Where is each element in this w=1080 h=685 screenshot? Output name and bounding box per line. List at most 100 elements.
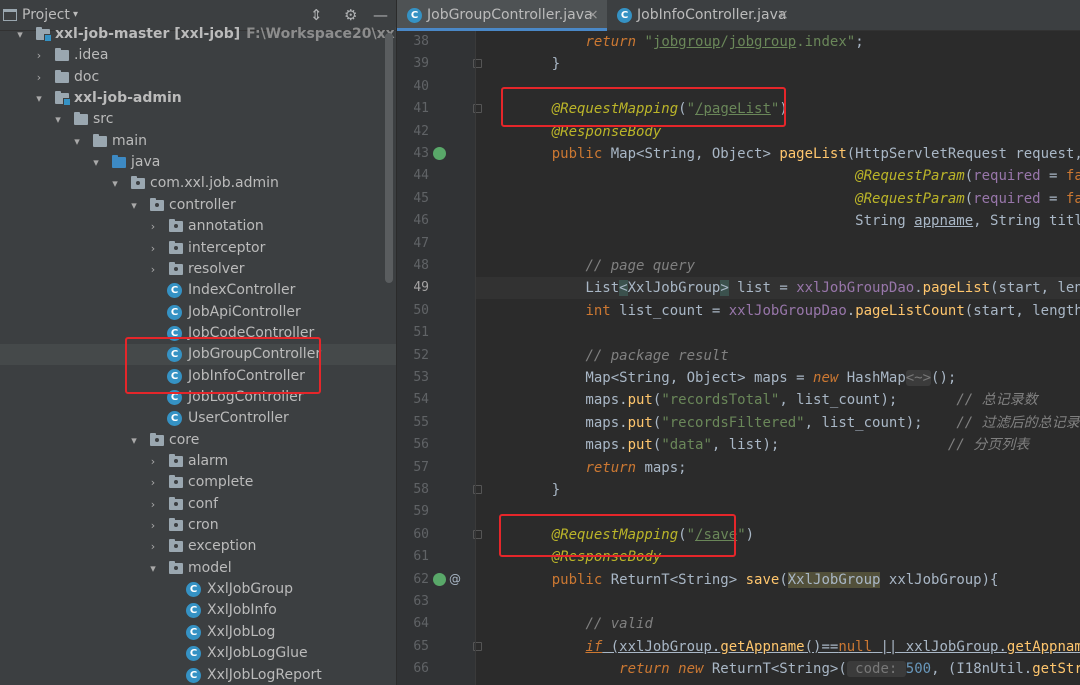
- tree-item[interactable]: › doc: [0, 67, 384, 88]
- chevron-right-icon[interactable]: ›: [147, 238, 159, 259]
- code-line[interactable]: // package result: [476, 345, 1080, 367]
- tree-item[interactable]: C UserController: [0, 408, 384, 429]
- tree-item-label: com.xxl.job.admin: [150, 175, 279, 192]
- editor-tab[interactable]: C JobInfoController.java ×: [607, 0, 797, 31]
- tree-item[interactable]: C XxlJobLogGlue: [0, 643, 384, 664]
- close-icon[interactable]: ×: [587, 0, 599, 31]
- editor-tab[interactable]: C JobGroupController.java ×: [397, 0, 607, 31]
- code-line[interactable]: int list_count = xxlJobGroupDao.pageList…: [476, 300, 1080, 322]
- code-line[interactable]: String appname, String title): [476, 210, 1080, 232]
- code-line[interactable]: return maps;: [476, 457, 1080, 479]
- code-line[interactable]: }: [476, 479, 1080, 501]
- tree-item-label: annotation: [188, 218, 264, 235]
- tree-item[interactable]: C IndexController: [0, 280, 384, 301]
- tree-item[interactable]: ▾ xxl-job-master [xxl-job] F:\Workspace20\…: [0, 24, 396, 45]
- annotation-icon[interactable]: @: [449, 572, 461, 586]
- tree-item[interactable]: › resolver: [0, 259, 384, 280]
- tree-item[interactable]: ▾ java: [0, 152, 384, 173]
- project-window-icon: [3, 9, 17, 21]
- code-line[interactable]: List<XxlJobGroup> list = xxlJobGroupDao.…: [476, 277, 1080, 300]
- tree-item[interactable]: ▾ main: [0, 131, 384, 152]
- tree-item[interactable]: ▾ model: [0, 558, 384, 579]
- line-number: 53: [413, 370, 429, 385]
- request-mapping-icon[interactable]: [433, 147, 446, 160]
- chevron-down-icon[interactable]: ▾: [33, 88, 45, 109]
- tree-item[interactable]: ▾ xxl-job-admin: [0, 88, 384, 109]
- chevron-right-icon[interactable]: ›: [147, 494, 159, 515]
- chevron-right-icon[interactable]: ›: [147, 536, 159, 557]
- tree-item-label: XxlJobLogGlue: [207, 645, 308, 662]
- chevron-down-icon[interactable]: ▾: [14, 24, 26, 45]
- chevron-right-icon[interactable]: ›: [33, 45, 45, 66]
- tree-item[interactable]: › cron: [0, 515, 384, 536]
- line-number: 65: [413, 638, 429, 654]
- chevron-right-icon[interactable]: ›: [147, 259, 159, 280]
- code-line[interactable]: return "jobgroup/jobgroup.index";: [476, 31, 1080, 53]
- chevron-down-icon[interactable]: ▾: [109, 173, 121, 194]
- tree-item[interactable]: ▾ core: [0, 430, 384, 451]
- chevron-down-icon[interactable]: ▾: [73, 9, 78, 20]
- line-number: 38: [413, 34, 429, 49]
- collapse-all-icon[interactable]: ⇕: [310, 6, 323, 24]
- code-area[interactable]: return "jobgroup/jobgroup.index"; } @Req…: [476, 31, 1080, 685]
- tree-item[interactable]: › complete: [0, 472, 384, 493]
- folder-icon: [55, 48, 69, 62]
- tree-item-label: resolver: [188, 260, 245, 277]
- package-icon: [169, 219, 183, 233]
- tree-item[interactable]: ▾ src: [0, 109, 384, 130]
- tree-item[interactable]: ▾ controller: [0, 195, 384, 216]
- tree-item-label: model: [188, 559, 232, 576]
- code-line[interactable]: @RequestParam(required = false: [476, 188, 1080, 210]
- chevron-down-icon[interactable]: ▾: [90, 152, 102, 173]
- line-number: 54: [413, 392, 429, 408]
- tree-scrollbar[interactable]: [385, 33, 393, 283]
- tree-item[interactable]: C JobApiController: [0, 302, 384, 323]
- tree-item[interactable]: › exception: [0, 536, 384, 557]
- line-number: 51: [413, 325, 429, 341]
- chevron-right-icon[interactable]: ›: [147, 451, 159, 472]
- chevron-right-icon[interactable]: ›: [147, 472, 159, 493]
- code-line[interactable]: maps.put("recordsFiltered", list_count);…: [476, 412, 1080, 434]
- tree-item[interactable]: › alarm: [0, 451, 384, 472]
- code-line[interactable]: if (xxlJobGroup.getAppname()==null || xx…: [476, 636, 1080, 658]
- close-icon[interactable]: ×: [777, 0, 789, 31]
- gear-icon[interactable]: ⚙: [344, 6, 357, 24]
- chevron-right-icon[interactable]: ›: [147, 515, 159, 536]
- tree-item[interactable]: C XxlJobGroup: [0, 579, 384, 600]
- tree-item-label: core: [169, 431, 200, 448]
- code-line[interactable]: // valid: [476, 613, 1080, 635]
- code-line[interactable]: [476, 591, 1080, 613]
- chevron-right-icon[interactable]: ›: [147, 216, 159, 237]
- code-line[interactable]: Map<String, Object> maps = new HashMap<~…: [476, 367, 1080, 389]
- code-line[interactable]: return new ReturnT<String>( code: 500, (…: [476, 658, 1080, 680]
- code-line[interactable]: maps.put("data", list); // 分页列表: [476, 434, 1080, 456]
- code-line[interactable]: public ReturnT<String> save(XxlJobGroup …: [476, 569, 1080, 591]
- hide-panel-icon[interactable]: —: [373, 6, 388, 24]
- code-line[interactable]: @RequestParam(required = false: [476, 165, 1080, 187]
- tree-item[interactable]: › .idea: [0, 45, 384, 66]
- tree-item[interactable]: › interceptor: [0, 238, 384, 259]
- tree-item[interactable]: ▾ com.xxl.job.admin: [0, 173, 384, 194]
- chevron-down-icon[interactable]: ▾: [128, 430, 140, 451]
- project-title[interactable]: Project: [22, 7, 70, 23]
- tree-item-label: java: [131, 154, 161, 171]
- code-line[interactable]: [476, 322, 1080, 344]
- chevron-down-icon[interactable]: ▾: [147, 558, 159, 579]
- tree-item[interactable]: C XxlJobLog: [0, 622, 384, 643]
- folder-icon: [93, 133, 107, 147]
- chevron-down-icon[interactable]: ▾: [128, 195, 140, 216]
- tree-item[interactable]: C XxlJobInfo: [0, 600, 384, 621]
- code-line[interactable]: }: [476, 53, 1080, 75]
- code-line[interactable]: maps.put("recordsTotal", list_count); //…: [476, 389, 1080, 411]
- request-mapping-icon[interactable]: [433, 572, 446, 586]
- code-line[interactable]: public Map<String, Object> pageList(Http…: [476, 143, 1080, 165]
- chevron-down-icon[interactable]: ▾: [71, 131, 83, 152]
- code-line[interactable]: // page query: [476, 255, 1080, 277]
- tree-item[interactable]: C XxlJobLogReport: [0, 665, 384, 685]
- chevron-down-icon[interactable]: ▾: [52, 109, 64, 130]
- tree-item[interactable]: › annotation: [0, 216, 384, 237]
- package-icon: [131, 176, 145, 190]
- code-line[interactable]: [476, 233, 1080, 255]
- tree-item[interactable]: › conf: [0, 494, 384, 515]
- chevron-right-icon[interactable]: ›: [33, 67, 45, 88]
